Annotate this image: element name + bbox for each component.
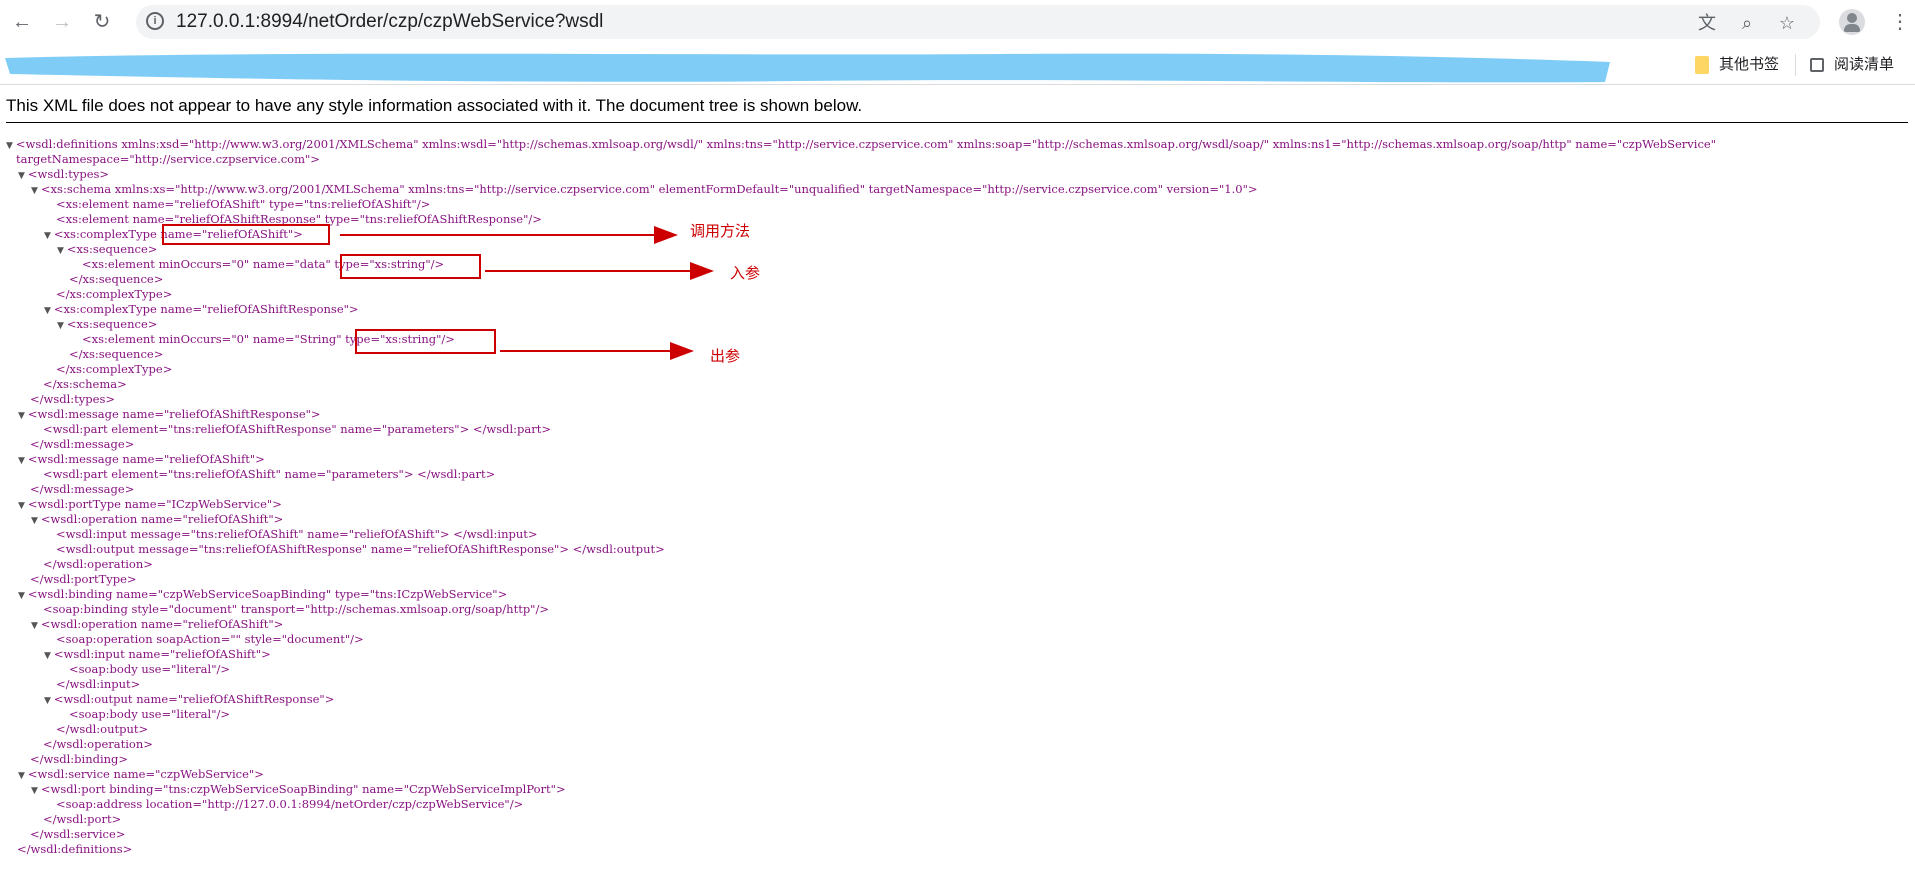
callout-line-output (500, 350, 680, 352)
collapse-arrow-icon[interactable]: ▼ (31, 186, 38, 196)
collapse-arrow-icon[interactable]: ▼ (31, 786, 38, 796)
info-icon[interactable]: i (146, 12, 164, 30)
collapse-arrow-icon[interactable]: ▼ (44, 651, 51, 661)
xml-line[interactable]: ▼ <wsdl:portType name="ICzpWebService"> (18, 497, 282, 512)
xml-line: </wsdl:operation> (43, 557, 153, 571)
xml-line: </wsdl:operation> (43, 737, 153, 751)
xml-line: </xs:sequence> (69, 347, 164, 361)
url-text[interactable]: 127.0.0.1:8994/netOrder/czp/czpWebServic… (176, 5, 603, 39)
xml-line: targetNamespace="http://service.czpservi… (16, 152, 320, 166)
xml-line[interactable]: ▼ <wsdl:service name="czpWebService"> (18, 767, 264, 782)
redacted-bookmarks (5, 53, 1610, 83)
xml-line[interactable]: ▼ <wsdl:operation name="reliefOfAShift"> (31, 512, 283, 527)
xml-line[interactable]: ▼ <wsdl:input name="reliefOfAShift"> (44, 647, 271, 662)
xml-style-notice: This XML file does not appear to have an… (6, 96, 863, 115)
xml-line: </wsdl:message> (30, 437, 135, 451)
xml-line[interactable]: ▼ <wsdl:message name="reliefOfAShift"> (18, 452, 265, 467)
xml-line: </wsdl:output> (56, 722, 149, 736)
folder-icon (1695, 56, 1709, 75)
collapse-arrow-icon[interactable]: ▼ (18, 456, 25, 466)
highlight-input-box (340, 254, 481, 279)
address-bar[interactable]: i 127.0.0.1:8994/netOrder/czp/czpWebServ… (136, 5, 1820, 39)
xml-line[interactable]: ▼ <xs:sequence> (57, 317, 157, 332)
xml-line[interactable]: ▼ <wsdl:port binding="tns:czpWebServiceSo… (31, 782, 566, 797)
forward-icon[interactable]: → (48, 8, 76, 36)
xml-line[interactable]: ▼ <xs:complexType name="reliefOfAShiftRes… (44, 302, 359, 317)
bookmark-divider (1795, 54, 1796, 76)
xml-line: </wsdl:definitions> (17, 842, 133, 856)
xml-line[interactable]: ▼ <wsdl:types> (18, 167, 109, 182)
xml-line: </wsdl:binding> (30, 752, 129, 766)
back-icon[interactable]: ← (8, 8, 36, 36)
browser-toolbar: ← → ↻ i 127.0.0.1:8994/netOrder/czp/czpW… (0, 0, 1915, 44)
collapse-arrow-icon[interactable]: ▼ (18, 501, 25, 511)
xml-line[interactable]: ▼ <wsdl:definitions xmlns:xsd="http://www… (6, 137, 1716, 152)
collapse-arrow-icon[interactable]: ▼ (44, 231, 51, 241)
collapse-arrow-icon[interactable]: ▼ (31, 621, 38, 631)
translate-icon[interactable]: 文 (1696, 12, 1718, 34)
xml-line: </xs:complexType> (56, 362, 173, 376)
xml-line[interactable]: ▼ <xs:schema xmlns:xs="http://www.w3.org/… (31, 182, 1258, 197)
menu-icon[interactable]: ⋮ (1890, 8, 1910, 36)
xml-line: <wsdl:input message="tns:reliefOfAShift"… (56, 527, 538, 541)
collapse-arrow-icon[interactable]: ▼ (18, 591, 25, 601)
collapse-arrow-icon[interactable]: ▼ (44, 306, 51, 316)
xml-line: <wsdl:part element="tns:reliefOfAShift" … (43, 467, 496, 481)
collapse-arrow-icon[interactable]: ▼ (18, 771, 25, 781)
star-icon[interactable]: ☆ (1776, 12, 1798, 34)
callout-arrow-icon (654, 226, 678, 244)
xml-line: </wsdl:service> (30, 827, 126, 841)
xml-line: <soap:binding style="document" transport… (43, 602, 549, 616)
bookmarks-bar: 其他书签 阅读清单 (0, 44, 1915, 85)
callout-arrow-icon (690, 262, 714, 280)
xml-line[interactable]: ▼ <wsdl:output name="reliefOfAShiftRespon… (44, 692, 334, 707)
reload-icon[interactable]: ↻ (88, 8, 116, 36)
xml-line: <wsdl:output message="tns:reliefOfAShift… (56, 542, 665, 556)
bookmark-other[interactable]: 其他书签 (1695, 54, 1779, 76)
bookmark-reading-list[interactable]: 阅读清单 (1810, 54, 1894, 76)
callout-arrow-icon (670, 342, 694, 360)
collapse-arrow-icon[interactable]: ▼ (31, 516, 38, 526)
xml-line: <xs:element name="reliefOfAShift" type="… (56, 197, 431, 211)
label-input: 入参 (730, 264, 761, 282)
xml-line[interactable]: ▼ <wsdl:operation name="reliefOfAShift"> (31, 617, 283, 632)
xml-line: </xs:complexType> (56, 287, 173, 301)
collapse-arrow-icon[interactable]: ▼ (57, 321, 64, 331)
xml-line: </wsdl:portType> (30, 572, 137, 586)
xml-line: <soap:body use="literal"/> (69, 662, 231, 676)
collapse-arrow-icon[interactable]: ▼ (44, 696, 51, 706)
xml-line: </wsdl:port> (43, 812, 122, 826)
xml-line: <soap:body use="literal"/> (69, 707, 231, 721)
collapse-arrow-icon[interactable]: ▼ (57, 246, 64, 256)
xml-line: </xs:sequence> (69, 272, 164, 286)
xml-line: <wsdl:part element="tns:reliefOfAShiftRe… (43, 422, 552, 436)
xml-line: </wsdl:types> (30, 392, 115, 406)
zoom-icon[interactable]: ⌕ (1736, 12, 1758, 34)
callout-line-input (485, 270, 705, 272)
avatar-icon[interactable] (1839, 9, 1865, 35)
xml-line: <soap:address location="http://127.0.0.1… (56, 797, 524, 811)
collapse-arrow-icon[interactable]: ▼ (18, 171, 25, 181)
label-output: 出参 (710, 347, 741, 365)
notice-divider (6, 122, 1908, 123)
xml-line: </xs:schema> (43, 377, 127, 391)
xml-line: <soap:operation soapAction="" style="doc… (56, 632, 364, 646)
xml-line: </wsdl:message> (30, 482, 135, 496)
callout-line-method (340, 234, 670, 236)
xml-line: </wsdl:input> (56, 677, 141, 691)
xml-line[interactable]: ▼ <wsdl:message name="reliefOfAShiftRespo… (18, 407, 321, 422)
highlight-method-box (162, 224, 330, 245)
reading-list-icon (1810, 58, 1824, 73)
xml-line[interactable]: ▼ <wsdl:binding name="czpWebServiceSoapBi… (18, 587, 507, 602)
label-method: 调用方法 (690, 222, 751, 240)
highlight-output-box (355, 329, 496, 354)
xml-line[interactable]: ▼ <xs:sequence> (57, 242, 157, 257)
collapse-arrow-icon[interactable]: ▼ (18, 411, 25, 421)
collapse-arrow-icon[interactable]: ▼ (6, 141, 13, 151)
